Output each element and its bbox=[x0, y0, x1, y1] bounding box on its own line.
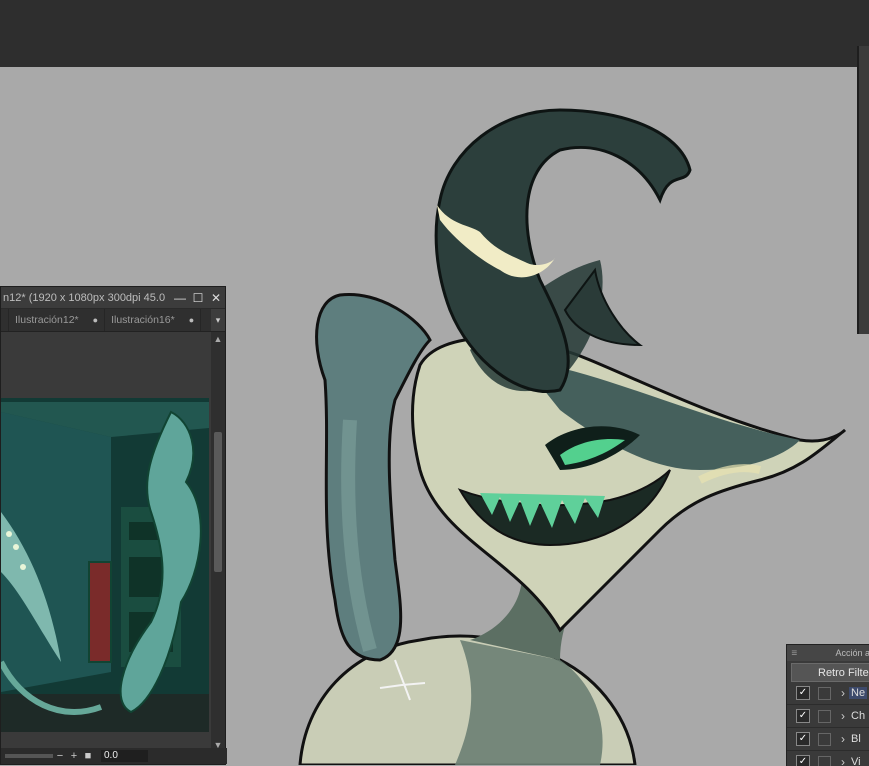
dialog-toggle[interactable] bbox=[818, 756, 831, 766]
maximize-icon[interactable]: ☐ bbox=[189, 291, 207, 305]
sub-canvas-window[interactable]: n12* (1920 x 1080px 300dpi 45.0 — ☐ ✕ Il… bbox=[0, 286, 226, 765]
tab-left-edge[interactable] bbox=[1, 309, 9, 331]
tab-ilustracion12[interactable]: Ilustración12* ● bbox=[9, 309, 105, 331]
action-row[interactable]: ✓ › Ne bbox=[787, 682, 869, 705]
tab-ilustracion16[interactable]: Ilustración16* ● bbox=[105, 309, 201, 331]
dialog-toggle[interactable] bbox=[818, 710, 831, 723]
checkbox-icon[interactable]: ✓ bbox=[796, 686, 810, 700]
action-row[interactable]: ✓ › Vi bbox=[787, 751, 869, 766]
fit-icon[interactable]: ■ bbox=[81, 750, 95, 762]
tab-label: Ilustración12* bbox=[15, 314, 79, 326]
checkbox-icon[interactable]: ✓ bbox=[796, 732, 810, 746]
action-row[interactable]: ✓ › Ch bbox=[787, 705, 869, 728]
zoom-slider[interactable] bbox=[5, 754, 53, 758]
preview-illustration bbox=[1, 332, 209, 732]
action-row[interactable]: ✓ › Bl bbox=[787, 728, 869, 751]
scrollbar-thumb[interactable] bbox=[214, 432, 222, 572]
checkbox-icon[interactable]: ✓ bbox=[796, 709, 810, 723]
action-set-dropdown[interactable]: Retro Filters bbox=[791, 663, 869, 682]
dialog-toggle[interactable] bbox=[818, 687, 831, 700]
minimize-icon[interactable]: — bbox=[171, 291, 189, 305]
chevron-down-icon[interactable]: ▾ bbox=[211, 309, 225, 331]
tab-label: Ilustración16* bbox=[111, 314, 175, 326]
scroll-up-icon[interactable]: ▲ bbox=[211, 334, 225, 344]
action-name: Bl bbox=[849, 733, 863, 745]
sub-window-titlebar[interactable]: n12* (1920 x 1080px 300dpi 45.0 — ☐ ✕ bbox=[1, 287, 225, 309]
close-icon[interactable]: ✕ bbox=[207, 291, 225, 305]
modified-dot-icon: ● bbox=[93, 315, 98, 325]
auto-action-panel: ≡ Acción a Retro Filters ✓ › Ne ✓ › Ch ✓… bbox=[786, 644, 869, 766]
checkbox-icon[interactable]: ✓ bbox=[796, 755, 810, 766]
panel-menu-icon[interactable]: ≡ bbox=[787, 648, 801, 659]
chevron-right-icon[interactable]: › bbox=[841, 686, 845, 700]
panel-title: Acción a bbox=[835, 648, 869, 658]
sub-window-footer: − + ■ 0.0 bbox=[1, 748, 227, 764]
chevron-right-icon[interactable]: › bbox=[841, 755, 845, 766]
vertical-scrollbar[interactable]: ▲ ▼ bbox=[211, 332, 225, 752]
dialog-toggle[interactable] bbox=[818, 733, 831, 746]
action-name: Ch bbox=[849, 710, 867, 722]
zoom-in-icon[interactable]: + bbox=[67, 750, 81, 762]
chevron-right-icon[interactable]: › bbox=[841, 732, 845, 746]
document-tabs: Ilustración12* ● Ilustración16* ● ▾ bbox=[1, 309, 225, 332]
preview-viewport[interactable] bbox=[1, 332, 209, 732]
right-panel-edge bbox=[857, 46, 869, 334]
chevron-right-icon[interactable]: › bbox=[841, 709, 845, 723]
modified-dot-icon: ● bbox=[189, 315, 194, 325]
zoom-out-icon[interactable]: − bbox=[53, 750, 67, 762]
panel-titlebar[interactable]: ≡ Acción a bbox=[787, 645, 869, 661]
sub-window-title: n12* (1920 x 1080px 300dpi 45.0 bbox=[3, 292, 171, 304]
action-name: Ne bbox=[849, 687, 867, 699]
rotation-input[interactable]: 0.0 bbox=[101, 750, 148, 762]
